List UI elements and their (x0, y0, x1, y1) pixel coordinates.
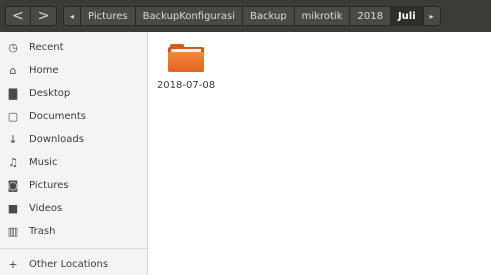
path-crumb-2018[interactable]: 2018 (350, 6, 391, 26)
triangle-right-icon: ▸ (429, 11, 434, 21)
path-crumb-backupkonfigurasi[interactable]: BackupKonfigurasi (135, 6, 244, 26)
sidebar: ◷ Recent ⌂ Home ▇ Desktop ▢ Documents ↓ … (0, 32, 148, 275)
folder-icon (168, 44, 204, 72)
file-item-folder[interactable]: 2018-07-08 (154, 40, 218, 91)
sidebar-item-music[interactable]: ♫ Music (0, 151, 147, 174)
path-scroll-right-button[interactable]: ▸ (423, 6, 441, 26)
sidebar-item-label: Pictures (29, 180, 69, 191)
chevron-right-icon: > (37, 8, 50, 24)
sidebar-item-documents[interactable]: ▢ Documents (0, 105, 147, 128)
plus-icon: + (8, 258, 18, 271)
sidebar-item-pictures[interactable]: ◙ Pictures (0, 174, 147, 197)
sidebar-item-label: Recent (29, 42, 64, 53)
sidebar-item-label: Home (29, 65, 59, 76)
trash-icon: ▥ (7, 225, 19, 238)
chevron-left-icon: < (12, 8, 24, 24)
sidebar-item-home[interactable]: ⌂ Home (0, 59, 147, 82)
sidebar-item-videos[interactable]: ■ Videos (0, 197, 147, 220)
download-icon: ↓ (8, 133, 18, 146)
sidebar-item-downloads[interactable]: ↓ Downloads (0, 128, 147, 151)
header-bar: < > ◂ Pictures BackupKonfigurasi Backup … (0, 0, 491, 32)
sidebar-item-recent[interactable]: ◷ Recent (0, 36, 147, 59)
sidebar-item-trash[interactable]: ▥ Trash (0, 220, 147, 243)
path-crumb-backup[interactable]: Backup (243, 6, 295, 26)
clock-icon: ◷ (8, 41, 18, 54)
camera-icon: ◙ (7, 179, 19, 192)
sidebar-item-other-locations[interactable]: + Other Locations (0, 253, 147, 275)
path-crumb-juli[interactable]: Juli (390, 6, 424, 26)
sidebar-item-label: Videos (29, 203, 63, 214)
file-name-label: 2018-07-08 (156, 80, 216, 91)
sidebar-item-label: Trash (29, 226, 56, 237)
triangle-left-icon: ◂ (70, 11, 75, 21)
sidebar-item-label: Downloads (29, 134, 84, 145)
video-icon: ■ (7, 202, 19, 215)
file-view: 2018-07-08 (148, 32, 491, 275)
document-icon: ▢ (7, 110, 19, 123)
sidebar-item-label: Music (29, 157, 58, 168)
sidebar-separator (0, 248, 147, 249)
music-icon: ♫ (8, 156, 18, 169)
path-scroll-left-button[interactable]: ◂ (63, 6, 82, 26)
sidebar-item-desktop[interactable]: ▇ Desktop (0, 82, 147, 105)
path-crumb-mikrotik[interactable]: mikrotik (294, 6, 351, 26)
back-button[interactable]: < (5, 6, 31, 26)
sidebar-item-label: Documents (29, 111, 87, 122)
path-bar: ◂ Pictures BackupKonfigurasi Backup mikr… (63, 6, 441, 26)
sidebar-item-label: Desktop (29, 88, 71, 99)
home-icon: ⌂ (9, 64, 17, 77)
forward-button[interactable]: > (31, 6, 57, 26)
path-crumb-pictures[interactable]: Pictures (81, 6, 136, 26)
folder-icon: ▇ (8, 87, 18, 100)
sidebar-item-label: Other Locations (29, 259, 109, 270)
